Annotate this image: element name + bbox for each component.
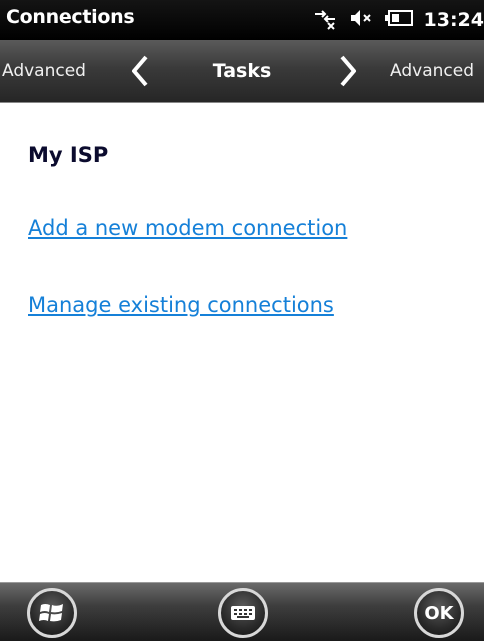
bottom-bar: OK xyxy=(0,582,484,641)
chevron-right-icon[interactable] xyxy=(338,54,358,88)
section-heading: My ISP xyxy=(28,143,109,167)
tab-previous[interactable]: Advanced xyxy=(2,40,86,102)
ok-button[interactable]: OK xyxy=(414,588,464,638)
windows-start-icon xyxy=(39,604,63,622)
connectivity-icon[interactable] xyxy=(312,5,338,35)
tab-strip: Tasks Advanced Advanced xyxy=(0,40,484,103)
speaker-muted-icon[interactable] xyxy=(348,5,374,35)
add-modem-connection-link[interactable]: Add a new modem connection xyxy=(28,216,347,240)
tab-next[interactable]: Advanced xyxy=(390,40,474,102)
task-list: My ISP Add a new modem connection Manage… xyxy=(0,103,484,553)
start-button[interactable] xyxy=(27,588,77,638)
manage-connections-link[interactable]: Manage existing connections xyxy=(28,293,334,317)
clock[interactable]: 13:24 xyxy=(424,9,484,31)
title-bar: Connections 13:24 xyxy=(0,0,484,40)
battery-icon[interactable] xyxy=(384,7,414,33)
keyboard-icon xyxy=(231,606,255,620)
chevron-left-icon[interactable] xyxy=(130,54,150,88)
app-title: Connections xyxy=(6,6,135,28)
keyboard-button[interactable] xyxy=(218,588,268,638)
status-icons: 13:24 xyxy=(312,6,484,34)
